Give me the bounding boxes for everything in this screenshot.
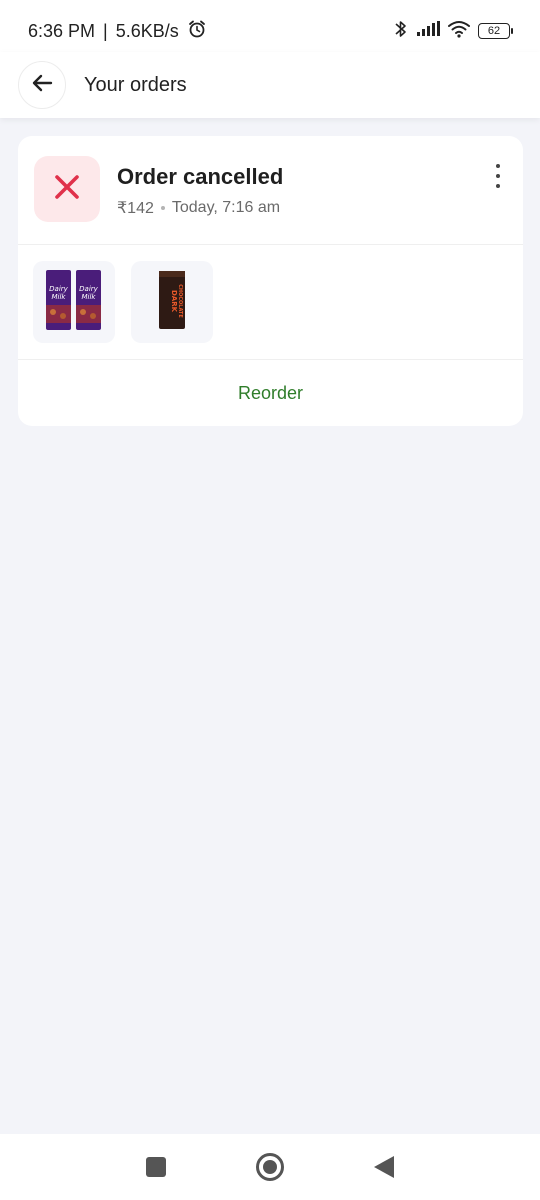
home-dot xyxy=(263,1160,277,1174)
more-options-button[interactable] xyxy=(489,164,507,188)
order-summary: Order cancelled ₹142 Today, 7:16 am xyxy=(18,136,523,244)
status-right: 62 xyxy=(394,19,513,44)
dark-chocolate-image: DARK CHOCOLATE xyxy=(157,269,187,336)
back-icon[interactable] xyxy=(374,1156,394,1178)
meta-separator xyxy=(160,206,165,210)
svg-text:Milk: Milk xyxy=(82,293,97,301)
alarm-icon xyxy=(187,19,207,44)
home-icon[interactable] xyxy=(256,1153,284,1181)
battery-icon: 62 xyxy=(478,23,513,39)
svg-text:Milk: Milk xyxy=(52,293,67,301)
order-date: Today, 7:16 am xyxy=(171,199,281,216)
screen: 6:36 PM | 5.6KB/s 62 Your orders Order c… xyxy=(0,0,540,1200)
more-dot xyxy=(496,164,500,168)
signal-icon xyxy=(416,20,440,42)
order-card[interactable]: Order cancelled ₹142 Today, 7:16 am Dair… xyxy=(18,136,523,426)
header: Your orders xyxy=(0,52,540,118)
network-speed: 5.6KB/s xyxy=(115,20,179,41)
item-thumbnail[interactable]: Dairy Milk Dairy Milk xyxy=(33,261,115,343)
order-meta: ₹142 Today, 7:16 am xyxy=(117,198,283,218)
back-button[interactable] xyxy=(18,61,66,109)
reorder-button[interactable]: Reorder xyxy=(238,383,303,404)
recents-icon[interactable] xyxy=(146,1157,166,1177)
order-items: Dairy Milk Dairy Milk DARK CHOCOLATE xyxy=(18,245,523,359)
reorder-row: Reorder xyxy=(18,360,523,426)
svg-text:Dairy: Dairy xyxy=(49,285,69,293)
system-nav-bar xyxy=(0,1134,540,1200)
battery-level: 62 xyxy=(487,25,501,37)
close-icon xyxy=(54,174,80,205)
svg-text:Dairy: Dairy xyxy=(79,285,99,293)
more-dot xyxy=(496,174,500,178)
wifi-icon xyxy=(448,20,470,43)
page-title: Your orders xyxy=(84,73,187,96)
svg-text:DARK: DARK xyxy=(170,289,178,312)
order-amount: ₹142 xyxy=(117,200,154,217)
status-time: 6:36 PM xyxy=(28,20,96,41)
more-dot xyxy=(496,184,500,188)
order-status-tile xyxy=(34,156,100,222)
item-thumbnail[interactable]: DARK CHOCOLATE xyxy=(131,261,213,343)
bluetooth-icon xyxy=(394,19,408,44)
order-status-info: Order cancelled ₹142 Today, 7:16 am xyxy=(117,164,283,218)
svg-text:CHOCOLATE: CHOCOLATE xyxy=(177,284,183,318)
dairy-milk-chocolate-image: Dairy Milk Dairy Milk xyxy=(43,267,105,338)
order-status-title: Order cancelled xyxy=(117,164,284,189)
status-left: 6:36 PM | 5.6KB/s xyxy=(28,19,207,44)
arrow-left-icon xyxy=(31,72,53,99)
status-separator: | xyxy=(103,20,108,41)
